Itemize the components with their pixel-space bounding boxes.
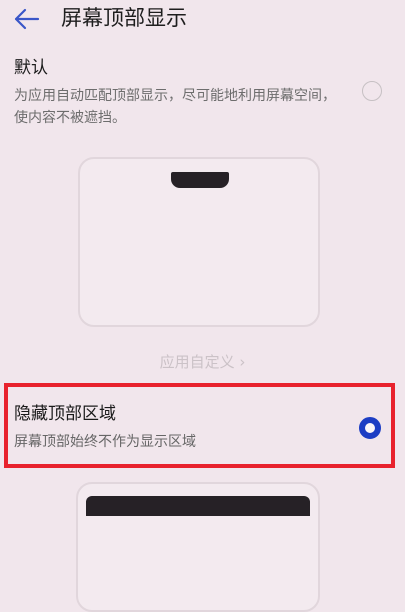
page-title: 屏幕顶部显示: [61, 6, 187, 30]
option-hide-title: 隐藏顶部区域: [14, 404, 116, 424]
notch-shape: [171, 172, 229, 188]
hidden-top-bar: [86, 496, 310, 516]
back-arrow-icon: [14, 8, 40, 30]
back-button[interactable]: [10, 4, 46, 34]
option-default-radio[interactable]: [362, 81, 382, 101]
app-customize-link[interactable]: 应用自定义 ›: [0, 351, 405, 373]
option-hide-radio[interactable]: [359, 417, 381, 439]
option-default-title: 默认: [14, 58, 48, 78]
default-preview-phone: [78, 157, 320, 327]
hide-preview-phone: [76, 482, 320, 612]
option-hide-description: 屏幕顶部始终不作为显示区域: [14, 434, 196, 450]
option-default-description: 为应用自动匹配顶部显示，尽可能地利用屏幕空间，使内容不被遮挡。: [14, 88, 336, 126]
option-default[interactable]: 默认 为应用自动匹配顶部显示，尽可能地利用屏幕空间，使内容不被遮挡。: [0, 52, 405, 132]
app-header: 屏幕顶部显示: [0, 0, 405, 44]
option-hide-top-area[interactable]: 隐藏顶部区域 屏幕顶部始终不作为显示区域: [0, 395, 405, 465]
